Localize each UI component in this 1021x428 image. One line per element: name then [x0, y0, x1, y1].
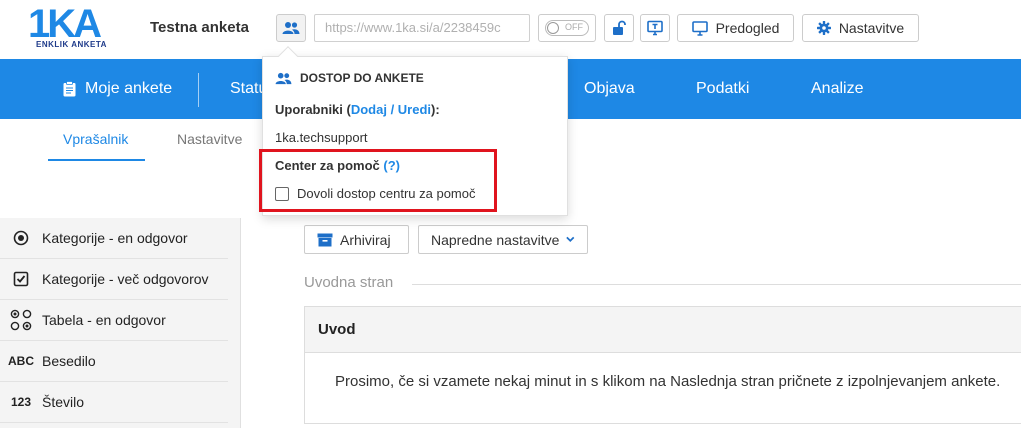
nav-item-data[interactable]: Podatki [696, 59, 749, 119]
add-edit-users-link[interactable]: Dodaj / Uredi [351, 102, 431, 117]
monitor-icon [691, 20, 708, 36]
sidebar-item-text[interactable]: ABC Besedilo [0, 341, 228, 382]
toggle-switch: OFF [545, 20, 589, 36]
unlock-icon [613, 20, 626, 35]
radio-icon [0, 230, 42, 246]
popup-title-text: DOSTOP DO ANKETE [300, 71, 424, 85]
highlight-box [259, 149, 497, 212]
survey-url-field[interactable]: https://www.1ka.si/a/2238459c [314, 14, 530, 42]
nav-divider [198, 73, 199, 107]
sidebar-item-label: Tabela - en odgovor [42, 312, 166, 328]
survey-title: Testna anketa [150, 19, 249, 36]
section-divider [412, 284, 1021, 285]
activation-toggle[interactable]: OFF [538, 14, 596, 42]
user-entry: 1ka.techsupport [275, 130, 368, 145]
checkbox-icon [0, 271, 42, 287]
sidebar-item-label: Število [42, 394, 85, 410]
clipboard-icon [63, 81, 76, 97]
sidebar-item-number[interactable]: 123 Število [0, 382, 228, 423]
intro-text[interactable]: Prosimo, če si vzamete nekaj minut in s … [335, 373, 1000, 390]
logo-subtitle: ENKLIK ANKETA [36, 40, 107, 49]
lock-button[interactable] [604, 14, 634, 42]
sidebar-item-multiple-choice[interactable]: Kategorije - več odgovorov [0, 259, 228, 300]
advanced-settings-button[interactable]: Napredne nastavitve [418, 225, 588, 254]
monitor-text-icon [647, 20, 663, 36]
tab-questionnaire[interactable]: Vprašalnik [48, 119, 145, 161]
nav-item-my-surveys[interactable]: Moje ankete [63, 59, 172, 119]
nav-label: Moje ankete [85, 80, 173, 97]
archive-icon [317, 233, 333, 246]
sidebar-item-label: Kategorije - več odgovorov [42, 271, 209, 287]
abc-icon: ABC [8, 354, 34, 368]
archive-button[interactable]: Arhiviraj [304, 225, 409, 254]
access-users-button[interactable] [276, 14, 306, 42]
settings-label: Nastavitve [838, 20, 905, 36]
logo[interactable]: 1KA ENKLIK ANKETA [28, 2, 118, 52]
intro-block[interactable]: Uvod Prosimo, če si vzamete nekaj minut … [304, 306, 1021, 424]
sidebar-item-table[interactable]: Tabela - en odgovor [0, 300, 228, 341]
sidebar-item-single-choice[interactable]: Kategorije - en odgovor [0, 218, 228, 259]
advanced-settings-label: Napredne nastavitve [431, 231, 560, 248]
sidebar-item-label: Kategorije - en odgovor [42, 230, 188, 246]
sidebar-item-label: Besedilo [42, 353, 96, 369]
preview-label: Predogled [715, 20, 780, 36]
nav-item-analysis[interactable]: Analize [811, 59, 863, 119]
archive-label: Arhiviraj [340, 231, 391, 248]
tab-settings[interactable]: Nastavitve [177, 119, 242, 161]
users-suffix: ): [431, 102, 440, 117]
toggle-label: OFF [565, 22, 583, 32]
nav-item-publish[interactable]: Objava [584, 59, 635, 119]
section-label: Uvodna stran [304, 274, 394, 291]
number-icon: 123 [10, 395, 32, 409]
users-icon [275, 72, 292, 84]
intro-title: Uvod [305, 307, 1021, 353]
preview-button[interactable]: Predogled [677, 14, 794, 42]
settings-button[interactable]: Nastavitve [802, 14, 919, 42]
toggle-knob [547, 22, 559, 34]
top-bar: 1KA ENKLIK ANKETA Testna anketa https://… [0, 0, 1021, 58]
users-icon [282, 22, 300, 34]
question-type-sidebar: Kategorije - en odgovor Kategorije - več… [0, 218, 241, 428]
chevron-down-icon [566, 236, 575, 242]
users-heading: Uporabniki (Dodaj / Uredi): [275, 102, 440, 117]
grid-icon [0, 309, 42, 331]
popup-title: DOSTOP DO ANKETE [275, 71, 424, 85]
users-label: Uporabniki ( [275, 102, 351, 117]
test-mode-button[interactable] [640, 14, 670, 42]
gear-icon [816, 21, 831, 35]
